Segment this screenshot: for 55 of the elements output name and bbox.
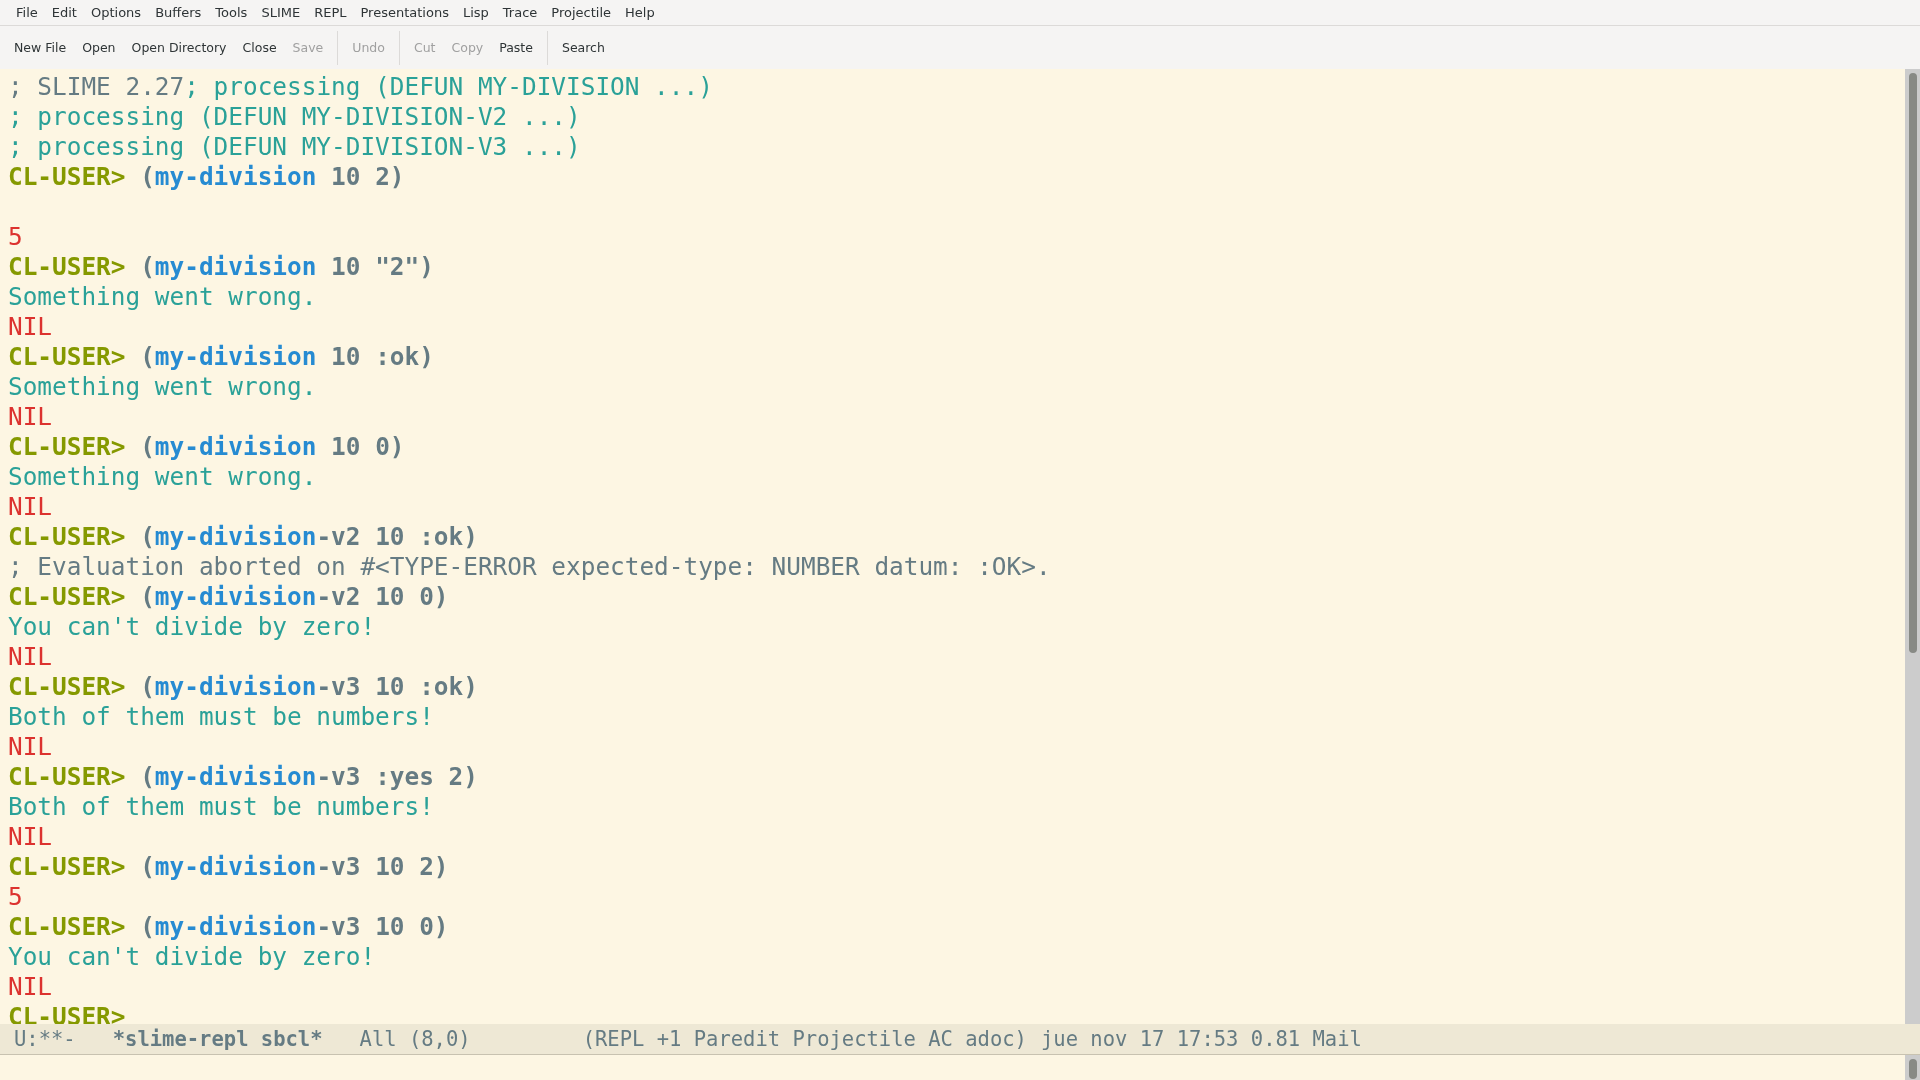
- major-minor-modes: (REPL +1 Paredit Projectile AC adoc): [582, 1027, 1027, 1051]
- repl-output-line: You can't divide by zero!: [8, 612, 377, 642]
- menu-item[interactable]: REPL: [307, 5, 354, 20]
- repl-output-line: NIL: [8, 492, 54, 522]
- buffer-position: All (8,0): [359, 1027, 471, 1051]
- repl-output-line: 5: [8, 882, 24, 912]
- menu-item[interactable]: Trace: [495, 5, 545, 20]
- menu-item[interactable]: Presentations: [353, 5, 456, 20]
- repl-output-line: You can't divide by zero!: [8, 942, 377, 972]
- repl-output-line: Both of them must be numbers!: [8, 702, 435, 732]
- buffer-state: U:**-: [14, 1027, 76, 1051]
- repl-input-line: CL-USER> (my-division 10 0): [8, 432, 406, 462]
- menu-item[interactable]: SLIME: [254, 5, 308, 20]
- menu-item[interactable]: Buffers: [148, 5, 209, 20]
- scrollbar-thumb[interactable]: [1908, 73, 1917, 653]
- repl-output-line: NIL: [8, 402, 54, 432]
- repl-output-line: ; processing (DEFUN MY-DIVISION-V3 ...): [8, 132, 582, 162]
- repl-output-line: NIL: [8, 972, 54, 1002]
- repl-output-line: ; Evaluation aborted on #<TYPE-ERROR expected-type: NUMBER datum: :OK>.: [8, 552, 1052, 582]
- repl-output-line: NIL: [8, 732, 54, 762]
- buffer-name: *slime-repl sbcl*: [112, 1027, 323, 1051]
- menu-item[interactable]: Projectile: [544, 5, 618, 20]
- repl-input-line: CL-USER> (my-division-v3 :yes 2): [8, 762, 479, 792]
- repl-output-line: Both of them must be numbers!: [8, 792, 435, 822]
- toolbar-button[interactable]: Search: [553, 34, 613, 61]
- toolbar-button[interactable]: Close: [234, 34, 285, 61]
- repl-output-line: ; processing (DEFUN MY-DIVISION-V2 ...): [8, 102, 582, 132]
- repl-output-line: Something went wrong.: [8, 282, 318, 312]
- repl-output-line: NIL: [8, 312, 54, 342]
- repl-output-line: Something went wrong.: [8, 462, 318, 492]
- repl-input-line: CL-USER> (my-division-v3 10 2): [8, 852, 450, 882]
- menu-item[interactable]: Lisp: [455, 5, 496, 20]
- repl-input-line: CL-USER> (my-division-v3 10 0): [8, 912, 450, 942]
- repl-output-line: NIL: [8, 642, 54, 672]
- menu-item[interactable]: Edit: [44, 5, 84, 20]
- repl-input-line: CL-USER> (my-division-v2 10 0): [8, 582, 450, 612]
- toolbar-button[interactable]: Open: [74, 34, 124, 61]
- scrollbar-thumb[interactable]: [1908, 1059, 1917, 1079]
- toolbar-button[interactable]: Open Directory: [123, 34, 235, 61]
- menu-item[interactable]: Options: [83, 5, 149, 20]
- menu-item[interactable]: Help: [618, 5, 662, 20]
- menu-item[interactable]: Tools: [208, 5, 255, 20]
- repl-input-line: CL-USER> (my-division-v3 10 :ok): [8, 672, 479, 702]
- toolbar-button[interactable]: Paste: [491, 34, 541, 61]
- repl-output-line: 5: [8, 222, 24, 252]
- repl-output-line: Something went wrong.: [8, 372, 318, 402]
- toolbar-button[interactable]: New File: [6, 34, 75, 61]
- status-info: jue nov 17 17:53 0.81 Mail: [1040, 1027, 1362, 1051]
- repl-input-line: CL-USER> (my-division 10 2): [8, 162, 406, 192]
- repl-input-line: CL-USER> (my-division 10 "2"): [8, 252, 435, 282]
- repl-output-line: ; SLIME 2.27; processing (DEFUN MY-DIVISION ...): [8, 72, 714, 102]
- repl-output-line: NIL: [8, 822, 54, 852]
- repl-input-line: CL-USER> (my-division-v2 10 :ok): [8, 522, 479, 552]
- menu-item[interactable]: File: [9, 5, 45, 20]
- repl-input-line: CL-USER> (my-division 10 :ok): [8, 342, 435, 372]
